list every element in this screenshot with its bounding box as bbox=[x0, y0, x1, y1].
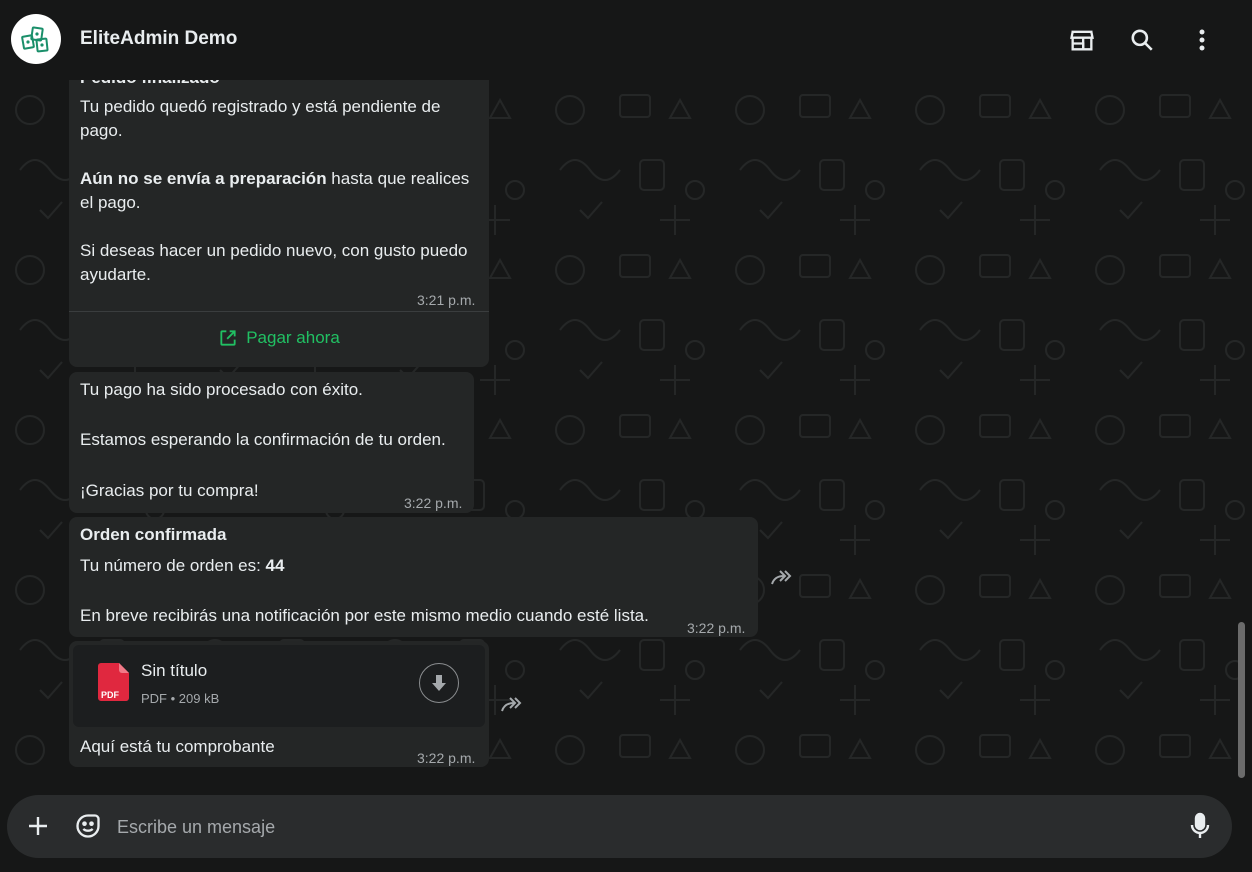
message-line: Aún no se envía a preparación hasta que … bbox=[80, 167, 469, 191]
message-bubble-order-confirmed: Orden confirmada Tu número de orden es: … bbox=[69, 517, 758, 637]
pay-now-label: Pagar ahora bbox=[246, 328, 340, 347]
message-time: 3:22 p.m. bbox=[417, 750, 476, 766]
message-caption: Aquí está tu comprobante bbox=[80, 737, 275, 756]
file-size: 209 kB bbox=[178, 691, 220, 706]
chat-header: EliteAdmin Demo bbox=[0, 0, 1252, 80]
search-icon[interactable] bbox=[1126, 24, 1158, 56]
more-vertical-icon[interactable] bbox=[1186, 24, 1218, 56]
message-time: 3:22 p.m. bbox=[687, 620, 746, 636]
download-icon bbox=[432, 675, 446, 691]
avatar[interactable] bbox=[11, 14, 61, 64]
message-input[interactable] bbox=[115, 807, 1169, 847]
message-line: Tu número de orden es: 44 bbox=[80, 554, 284, 578]
order-number: 44 bbox=[265, 556, 285, 575]
store-icon[interactable] bbox=[1066, 24, 1098, 56]
message-heading: Orden confirmada bbox=[80, 525, 227, 544]
forward-icon[interactable] bbox=[500, 695, 526, 715]
message-line: En breve recibirás una notificación por … bbox=[80, 606, 649, 625]
document-attachment[interactable]: PDF Sin título PDF • 209 kB bbox=[73, 645, 485, 727]
message-bubble-receipt: PDF Sin título PDF • 209 kB Aquí está tu… bbox=[69, 641, 489, 767]
download-button[interactable] bbox=[419, 663, 459, 703]
message-line: Tu pedido quedó registrado y está pendie… bbox=[80, 97, 441, 116]
message-line: ayudarte. bbox=[80, 265, 151, 284]
pdf-icon-label: PDF bbox=[101, 690, 119, 700]
file-name: Sin título bbox=[141, 661, 208, 680]
message-line: el pago. bbox=[80, 193, 141, 212]
external-link-icon bbox=[220, 330, 236, 346]
message-composer bbox=[7, 795, 1232, 858]
message-line: ¡Gracias por tu compra! bbox=[80, 481, 259, 500]
chat-title: EliteAdmin Demo bbox=[80, 28, 238, 49]
pay-now-button[interactable]: Pagar ahora bbox=[69, 312, 489, 364]
message-heading: Pedido finalizado bbox=[80, 80, 220, 90]
message-time: 3:21 p.m. bbox=[417, 292, 476, 308]
microphone-icon[interactable] bbox=[1184, 810, 1216, 842]
bold-text: Aún no se envía a preparación bbox=[80, 169, 327, 188]
file-meta: PDF • 209 kB bbox=[141, 691, 220, 706]
chat-area[interactable]: Pedido finalizado Tu pedido quedó regist… bbox=[0, 80, 1252, 792]
message-line: pago. bbox=[80, 121, 123, 140]
file-type: PDF bbox=[141, 691, 167, 706]
message-line: Si deseas hacer un pedido nuevo, con gus… bbox=[80, 241, 468, 260]
message-bubble-order-finished: Pedido finalizado Tu pedido quedó regist… bbox=[69, 80, 489, 367]
sticker-icon[interactable] bbox=[72, 810, 104, 842]
message-text: hasta que realices bbox=[326, 169, 470, 188]
scrollbar[interactable] bbox=[1238, 622, 1245, 778]
message-text: Tu número de orden es: bbox=[80, 556, 266, 575]
forward-icon[interactable] bbox=[770, 568, 796, 588]
logo-icon bbox=[21, 26, 49, 53]
message-line: Tu pago ha sido procesado con éxito. bbox=[80, 380, 363, 399]
message-line: Estamos esperando la confirmación de tu … bbox=[80, 430, 446, 449]
attach-plus-icon[interactable] bbox=[22, 810, 54, 842]
message-time: 3:22 p.m. bbox=[404, 495, 463, 511]
message-bubble-payment-processed: Tu pago ha sido procesado con éxito. Est… bbox=[69, 372, 474, 513]
